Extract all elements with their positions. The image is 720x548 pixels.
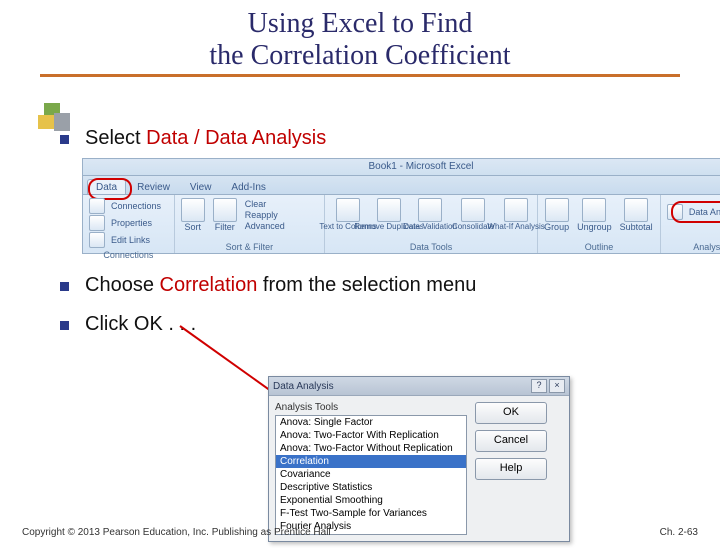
tab-review[interactable]: Review bbox=[128, 179, 179, 194]
decorative-blocks-icon bbox=[38, 103, 74, 137]
whatif-icon[interactable] bbox=[504, 198, 528, 222]
whatif-button: What-If Analysis bbox=[487, 222, 544, 231]
bullet-1-pre: Select bbox=[85, 127, 146, 149]
list-item[interactable]: Anova: Two-Factor With Replication bbox=[276, 429, 466, 442]
tab-data[interactable]: Data bbox=[87, 179, 126, 194]
list-item[interactable]: Correlation bbox=[276, 455, 466, 468]
group-label: Data Tools bbox=[331, 242, 531, 252]
group-sort-filter: Sort Filter Clear Reapply Advanced Sort … bbox=[175, 195, 325, 253]
bullet-1: Select Data / Data Analysis bbox=[60, 127, 720, 150]
close-icon[interactable]: × bbox=[549, 379, 565, 393]
analysis-tools-listbox[interactable]: Anova: Single FactorAnova: Two-Factor Wi… bbox=[275, 415, 467, 535]
data-validation-button: Data Validation bbox=[403, 222, 457, 231]
data-analysis-icon bbox=[667, 204, 683, 220]
bullet-3-text: Click OK . . . bbox=[85, 313, 196, 336]
ribbon-body: Connections Properties Edit Links Connec… bbox=[82, 194, 720, 254]
slide: Using Excel to Find the Correlation Coef… bbox=[0, 8, 720, 548]
connections-icon bbox=[89, 198, 105, 214]
dialog-title: Data Analysis bbox=[273, 381, 334, 392]
title-underline bbox=[40, 74, 680, 77]
subtotal-icon[interactable] bbox=[624, 198, 648, 222]
window-title: Book1 - Microsoft Excel bbox=[82, 158, 720, 175]
sort-icon[interactable] bbox=[181, 198, 205, 222]
bullet-list: Select Data / Data Analysis Book1 - Micr… bbox=[60, 127, 720, 336]
title-line-2: the Correlation Coefficient bbox=[209, 40, 510, 71]
list-item[interactable]: Descriptive Statistics bbox=[276, 481, 466, 494]
list-item[interactable]: Exponential Smoothing bbox=[276, 494, 466, 507]
ribbon-tabs: Data Review View Add-Ins bbox=[82, 175, 720, 194]
data-validation-icon[interactable] bbox=[418, 198, 442, 222]
group-label: Connections bbox=[89, 250, 168, 260]
analysis-tools-label: Analysis Tools bbox=[275, 402, 467, 413]
filter-button: Filter bbox=[215, 222, 235, 232]
list-item[interactable]: Anova: Two-Factor Without Replication bbox=[276, 442, 466, 455]
edit-links-button[interactable]: Edit Links bbox=[111, 235, 150, 245]
consolidate-icon[interactable] bbox=[461, 198, 485, 222]
list-item[interactable]: Anova: Single Factor bbox=[276, 416, 466, 429]
group-analysis: Data Analysis Analysis bbox=[661, 195, 720, 253]
group-outline: Group Ungroup Subtotal Outline bbox=[538, 195, 661, 253]
data-analysis-dialog: Data Analysis ? × Analysis Tools Anova: … bbox=[268, 376, 570, 542]
bullet-2: Choose Correlation from the selection me… bbox=[60, 274, 720, 297]
copyright-text: Copyright © 2013 Pearson Education, Inc.… bbox=[22, 527, 331, 538]
connections-button[interactable]: Connections bbox=[111, 201, 161, 211]
bullet-1-text: Select Data / Data Analysis bbox=[85, 127, 326, 150]
edit-links-icon bbox=[89, 232, 105, 248]
cancel-button[interactable]: Cancel bbox=[475, 430, 547, 452]
tab-data-label: Data bbox=[96, 182, 117, 193]
dialog-titlebar: Data Analysis ? × bbox=[269, 377, 569, 396]
filter-icon[interactable] bbox=[213, 198, 237, 222]
reapply-button[interactable]: Reapply bbox=[245, 210, 285, 220]
title-line-1: Using Excel to Find bbox=[248, 8, 473, 39]
subtotal-button: Subtotal bbox=[620, 222, 653, 232]
footer: Copyright © 2013 Pearson Education, Inc.… bbox=[22, 527, 698, 538]
remove-duplicates-icon[interactable] bbox=[377, 198, 401, 222]
text-to-columns-icon[interactable] bbox=[336, 198, 360, 222]
group-data-tools: Text to Columns Remove Duplicates Data V… bbox=[325, 195, 538, 253]
bullet-2-post: from the selection menu bbox=[257, 274, 476, 296]
bullet-1-emphasis: Data / Data Analysis bbox=[146, 127, 326, 149]
tab-view[interactable]: View bbox=[181, 179, 221, 194]
group-label: Outline bbox=[544, 242, 654, 252]
list-item[interactable]: Covariance bbox=[276, 468, 466, 481]
group-button: Group bbox=[544, 222, 569, 232]
bullet-2-emphasis: Correlation bbox=[160, 274, 258, 296]
advanced-button[interactable]: Advanced bbox=[245, 221, 285, 231]
bullet-2-pre: Choose bbox=[85, 274, 160, 296]
page-number: Ch. 2-63 bbox=[660, 527, 698, 538]
properties-icon bbox=[89, 215, 105, 231]
bullet-2-text: Choose Correlation from the selection me… bbox=[85, 274, 476, 297]
help-button[interactable]: Help bbox=[475, 458, 547, 480]
bullet-3: Click OK . . . bbox=[60, 313, 720, 336]
ungroup-icon[interactable] bbox=[582, 198, 606, 222]
bullet-icon bbox=[60, 321, 69, 330]
clear-button[interactable]: Clear bbox=[245, 199, 285, 209]
properties-button[interactable]: Properties bbox=[111, 218, 152, 228]
ungroup-button: Ungroup bbox=[577, 222, 612, 232]
slide-title: Using Excel to Find the Correlation Coef… bbox=[0, 8, 720, 72]
data-analysis-button[interactable]: Data Analysis bbox=[689, 207, 720, 217]
bullet-icon bbox=[60, 282, 69, 291]
group-label: Sort & Filter bbox=[181, 242, 318, 252]
sort-button: Sort bbox=[184, 222, 201, 232]
list-item[interactable]: F-Test Two-Sample for Variances bbox=[276, 507, 466, 520]
excel-ribbon-screenshot: Book1 - Microsoft Excel Data Review View… bbox=[82, 158, 720, 254]
group-label: Analysis bbox=[667, 242, 720, 252]
group-connections: Connections Properties Edit Links Connec… bbox=[83, 195, 175, 253]
group-icon[interactable] bbox=[545, 198, 569, 222]
ok-button[interactable]: OK bbox=[475, 402, 547, 424]
tab-addins[interactable]: Add-Ins bbox=[222, 179, 274, 194]
help-icon[interactable]: ? bbox=[531, 379, 547, 393]
